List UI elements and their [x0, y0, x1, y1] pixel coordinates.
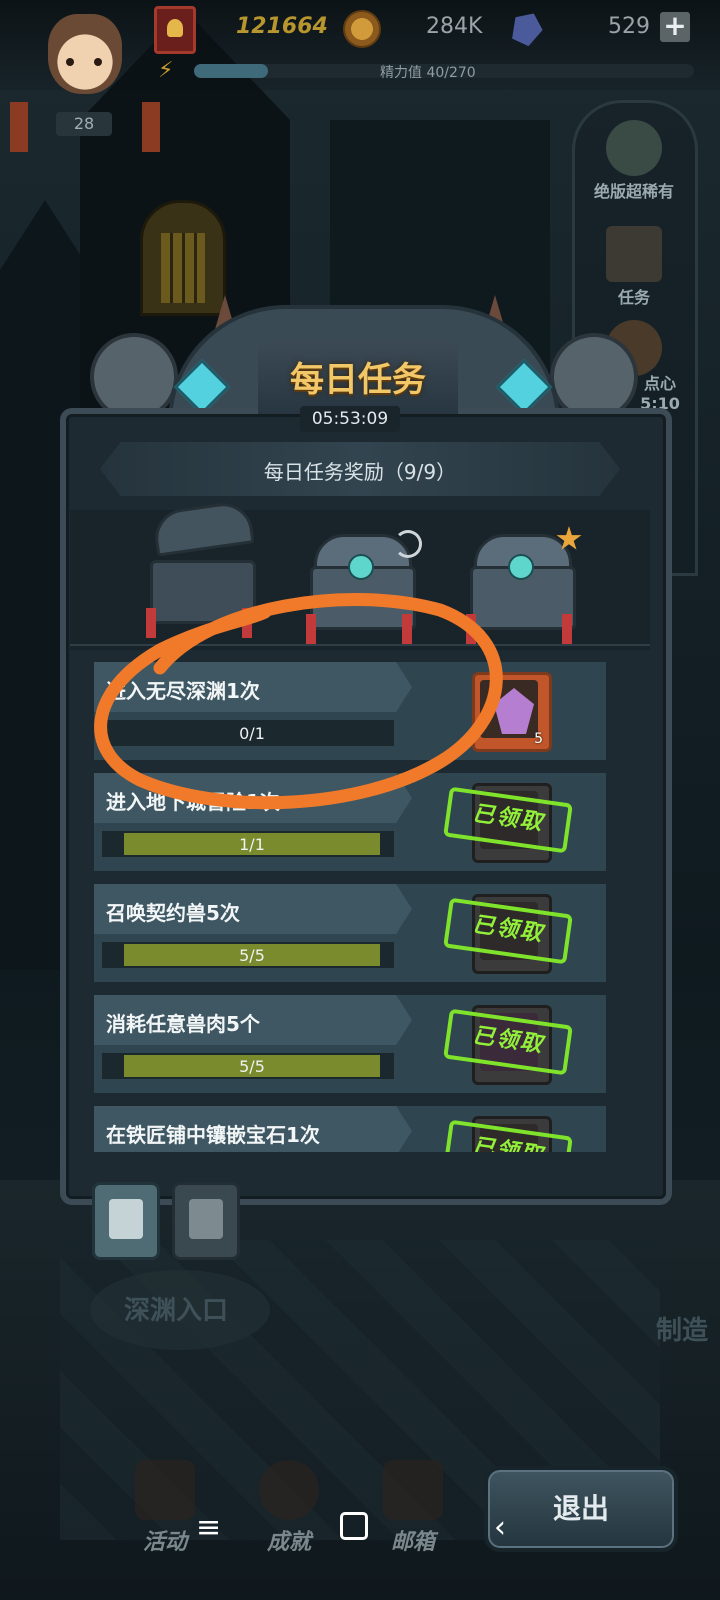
map-scroll-icon: [109, 1199, 143, 1239]
achievement-icon: [259, 1460, 319, 1520]
chest-icon-star[interactable]: [466, 526, 582, 644]
task-label: 消耗任意兽肉5个: [106, 1012, 260, 1036]
reward-quantity: 5: [534, 731, 543, 747]
coin-count: 284K: [426, 14, 483, 39]
task-progress-text: 0/1: [239, 724, 265, 743]
chest-icon-moon[interactable]: [306, 530, 422, 644]
task-row[interactable]: 消耗任意兽肉5个 5/5 已领取: [94, 995, 606, 1093]
task-reward-slot[interactable]: 5: [472, 672, 552, 752]
task-label: 进入无尽深渊1次: [106, 679, 260, 703]
player-level: 28: [56, 112, 112, 136]
purple-crystal-icon: [494, 688, 534, 734]
task-label: 进入地下城冒险1次: [106, 790, 280, 814]
task-row[interactable]: 召唤契约兽5次 5/5 已领取: [94, 884, 606, 982]
avatar-icon: [48, 14, 122, 94]
task-progress-text: 1/1: [239, 835, 265, 854]
chest-reward-area: [70, 499, 650, 650]
ribbon-decoration: [142, 102, 160, 152]
exit-label: 退出: [552, 1492, 609, 1525]
craft-label[interactable]: 制造: [656, 1310, 708, 1347]
add-gems-button[interactable]: +: [660, 12, 690, 42]
quill-scroll-icon: [189, 1199, 223, 1239]
gem-count: 529: [608, 14, 650, 39]
claimed-stamp: 已领取: [443, 1008, 573, 1076]
tab-daily-tasks[interactable]: [92, 1182, 160, 1260]
abyss-entrance-label[interactable]: 深渊入口: [124, 1290, 228, 1327]
energy-label: 精力值 40/270: [380, 65, 476, 81]
home-icon[interactable]: [340, 1512, 368, 1540]
ribbon-decoration: [10, 102, 28, 152]
task-label: 在铁匠铺中镶嵌宝石1次: [106, 1123, 320, 1147]
reset-timer: 05:53:09: [300, 406, 400, 432]
exit-button[interactable]: 退出: [484, 1466, 678, 1552]
nav-mailbox[interactable]: 邮箱: [368, 1460, 458, 1560]
task-list[interactable]: 进入无尽深渊1次 0/1 5 进入地下城冒险1次 1/1 已领取 召唤契约兽5次…: [70, 652, 650, 1152]
chest-icon-opened[interactable]: [146, 499, 256, 638]
tab-quest-log[interactable]: [172, 1182, 240, 1260]
mailbox-icon: [383, 1460, 443, 1520]
task-progress-text: 5/5: [239, 946, 265, 965]
coin-icon: [343, 10, 381, 48]
task-progress-text: 5/5: [239, 1057, 265, 1076]
plus-icon: +: [663, 9, 687, 42]
side-menu-rare-offer[interactable]: 绝版超稀有: [574, 178, 694, 202]
menu-icon[interactable]: ≡: [196, 1510, 221, 1545]
claimed-stamp: 已领取: [443, 786, 573, 854]
energy-icon: ⚡: [158, 58, 174, 83]
task-row[interactable]: 在铁匠铺中镶嵌宝石1次 已领取: [94, 1106, 606, 1152]
task-row[interactable]: 进入无尽深渊1次 0/1 5: [94, 662, 606, 760]
task-label: 召唤契约兽5次: [106, 901, 240, 925]
score-value: 121664: [236, 14, 328, 39]
reward-progress-title: 每日任务奖励（9/9）: [263, 460, 457, 484]
rare-offer-icon[interactable]: [606, 120, 662, 176]
player-avatar[interactable]: [10, 6, 160, 152]
events-icon: [135, 1460, 195, 1520]
panel-title: 每日任务: [290, 360, 426, 400]
divider: [70, 644, 650, 646]
nav-achievements[interactable]: 成就: [244, 1460, 334, 1560]
task-scroll-icon[interactable]: [606, 226, 662, 282]
energy-bar-fill: [194, 64, 268, 78]
nav-achievements-label: 成就: [266, 1530, 311, 1555]
task-row[interactable]: 进入地下城冒险1次 1/1 已领取: [94, 773, 606, 871]
claimed-stamp: 已领取: [443, 897, 573, 965]
nav-mailbox-label: 邮箱: [390, 1530, 435, 1555]
trophy-icon[interactable]: [154, 6, 196, 54]
back-icon[interactable]: ‹: [494, 1510, 506, 1545]
